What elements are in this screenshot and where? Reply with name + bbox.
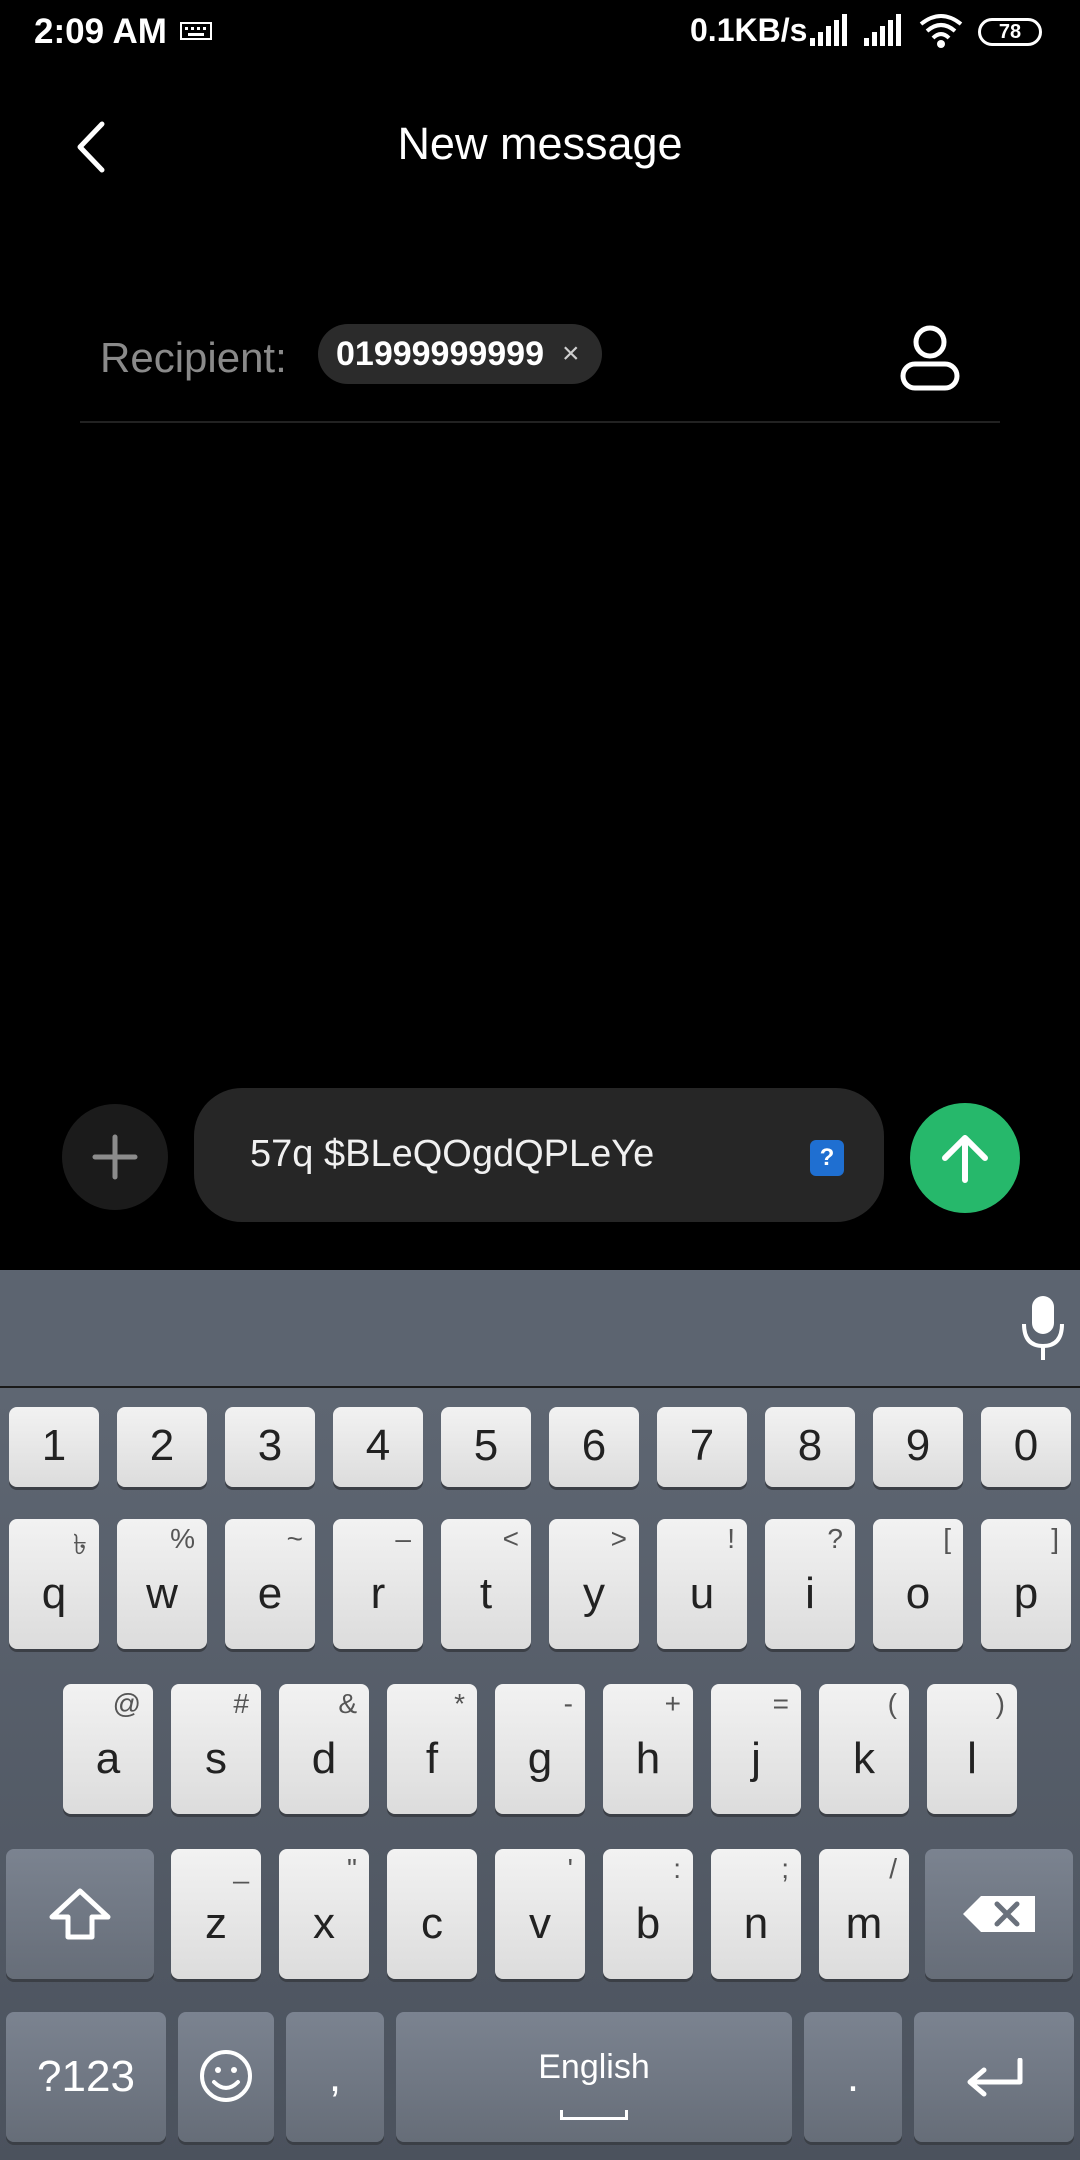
wifi-icon: [919, 14, 963, 48]
key-w[interactable]: % w: [117, 1519, 207, 1649]
battery-icon: 78: [978, 18, 1042, 46]
key-g[interactable]: -g: [495, 1684, 585, 1814]
arrow-up-icon: [942, 1135, 988, 1183]
space-bar-icon: [560, 2110, 628, 2120]
sim-icon[interactable]: ?: [810, 1140, 844, 1176]
space-key[interactable]: English: [396, 2012, 792, 2142]
page-title: New message: [397, 118, 683, 169]
keyboard-indicator-icon: [180, 22, 212, 40]
key-j[interactable]: = j: [711, 1684, 801, 1814]
key-f[interactable]: * f: [387, 1684, 477, 1814]
key-7[interactable]: 7: [657, 1407, 747, 1487]
key-i[interactable]: ? i: [765, 1519, 855, 1649]
key-a[interactable]: @ a: [63, 1684, 153, 1814]
backspace-icon: [963, 1896, 1035, 1932]
key-o[interactable]: [o: [873, 1519, 963, 1649]
key-5[interactable]: 5: [441, 1407, 531, 1487]
attach-button[interactable]: [62, 1104, 168, 1210]
key-u[interactable]: ! u: [657, 1519, 747, 1649]
key-t[interactable]: < t: [441, 1519, 531, 1649]
key-x[interactable]: " x: [279, 1849, 369, 1979]
key-v[interactable]: ' v: [495, 1849, 585, 1979]
key-0[interactable]: 0: [981, 1407, 1071, 1487]
key-3[interactable]: 3: [225, 1407, 315, 1487]
key-h[interactable]: + h: [603, 1684, 693, 1814]
key-e[interactable]: ~ e: [225, 1519, 315, 1649]
key-n[interactable]: ; n: [711, 1849, 801, 1979]
recipient-number: 01999999999: [336, 334, 545, 373]
key-s[interactable]: # s: [171, 1684, 261, 1814]
recipient-label: Recipient:: [100, 334, 287, 381]
key-b[interactable]: :b: [603, 1849, 693, 1979]
key-z[interactable]: _ z: [171, 1849, 261, 1979]
recipient-chip[interactable]: 01999999999 ×: [318, 324, 602, 384]
microphone-icon[interactable]: [1018, 1294, 1068, 1364]
key-r[interactable]: – r: [333, 1519, 423, 1649]
divider: [80, 421, 1000, 423]
key-m[interactable]: / m: [819, 1849, 909, 1979]
send-button[interactable]: [910, 1103, 1020, 1213]
key-y[interactable]: > y: [549, 1519, 639, 1649]
key-4[interactable]: 4: [333, 1407, 423, 1487]
status-time: 2:09 AM: [34, 12, 167, 51]
enter-key[interactable]: [914, 2012, 1074, 2142]
remove-recipient-icon[interactable]: ×: [562, 337, 580, 371]
key-p[interactable]: ] p: [981, 1519, 1071, 1649]
symbols-key[interactable]: ?123: [6, 2012, 166, 2142]
comma-key[interactable]: ,: [286, 2012, 384, 2142]
period-key[interactable]: .: [804, 2012, 902, 2142]
backspace-key[interactable]: [925, 1849, 1073, 1979]
key-1[interactable]: 1: [9, 1407, 99, 1487]
key-9[interactable]: 9: [873, 1407, 963, 1487]
key-l[interactable]: ) l: [927, 1684, 1017, 1814]
plus-icon: [92, 1134, 138, 1180]
key-k[interactable]: (k: [819, 1684, 909, 1814]
emoji-key[interactable]: [178, 2012, 274, 2142]
key-6[interactable]: 6: [549, 1407, 639, 1487]
key-d[interactable]: & d: [279, 1684, 369, 1814]
enter-icon: [967, 2058, 1023, 2097]
person-icon[interactable]: [895, 322, 965, 392]
shift-key[interactable]: [6, 1849, 154, 1979]
message-text: 57q $BLeQOgdQPLeYe: [250, 1133, 655, 1175]
key-c[interactable]: c: [387, 1849, 477, 1979]
shift-icon: [49, 1888, 111, 1940]
signal-icon: [810, 14, 847, 46]
emoji-icon: [200, 2050, 252, 2102]
key-2[interactable]: 2: [117, 1407, 207, 1487]
key-8[interactable]: 8: [765, 1407, 855, 1487]
key-q[interactable]: ৳ q: [9, 1519, 99, 1649]
network-speed: 0.1KB/s: [690, 12, 808, 48]
signal-icon: [864, 14, 901, 46]
